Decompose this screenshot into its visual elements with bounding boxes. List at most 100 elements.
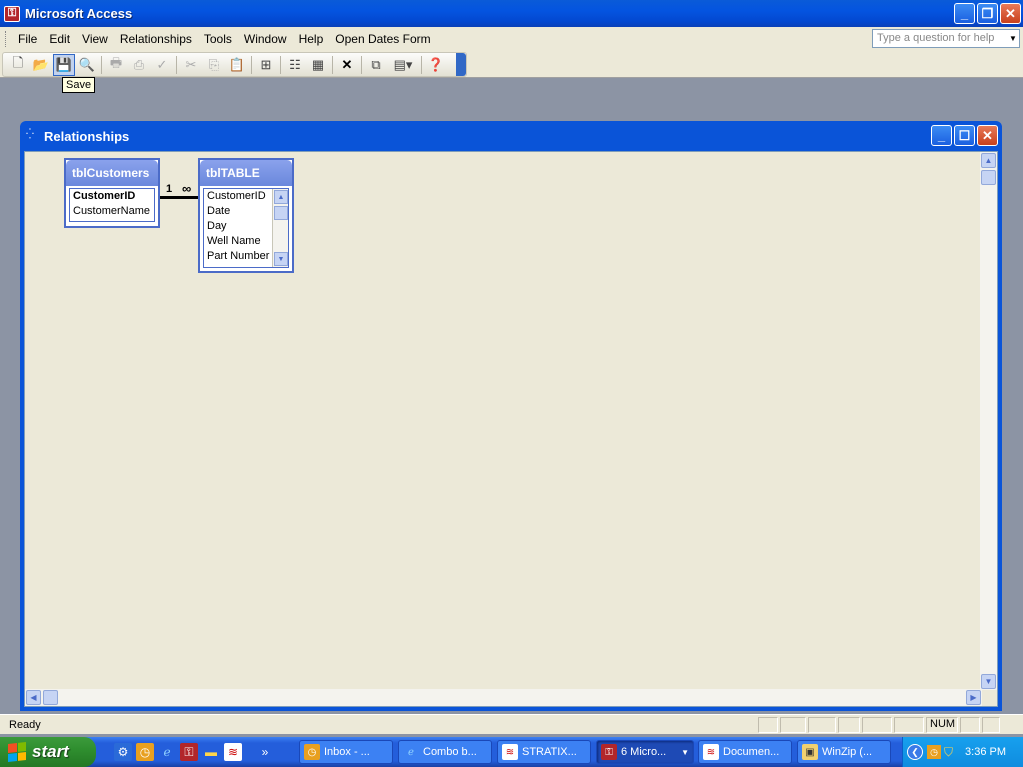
search-icon[interactable]: 🔍 — [76, 54, 98, 76]
relationships-canvas[interactable]: tblCustomers CustomerID CustomerName 1 ∞… — [24, 151, 998, 707]
new-icon[interactable]: 🗋 — [7, 54, 29, 76]
new-object-icon[interactable]: ▤▾ — [388, 54, 418, 76]
print-icon[interactable]: 🖶 — [105, 54, 127, 76]
field-list: CustomerID Date Day Well Name Part Numbe… — [203, 188, 289, 268]
scroll-down-icon[interactable]: ▼ — [274, 252, 288, 266]
tray-expand-icon[interactable]: ❮ — [907, 744, 923, 760]
scroll-down-icon[interactable]: ▼ — [981, 674, 996, 689]
menu-view[interactable]: View — [76, 30, 114, 48]
database-window-icon[interactable]: ⧉ — [365, 54, 387, 76]
print-preview-icon[interactable]: ⎙ — [128, 54, 150, 76]
menu-window[interactable]: Window — [238, 30, 293, 48]
menu-tools[interactable]: Tools — [198, 30, 238, 48]
task-label: 6 Micro... — [621, 746, 667, 758]
menu-bar: File Edit View Relationships Tools Windo… — [0, 27, 1023, 51]
task-label: Inbox - ... — [324, 746, 370, 758]
task-label: Documen... — [723, 746, 780, 758]
rel-minimize-button[interactable]: _ — [931, 125, 952, 146]
scroll-thumb[interactable] — [274, 206, 288, 220]
windows-logo-icon — [8, 742, 26, 762]
status-panel — [780, 717, 806, 733]
relationship-line[interactable] — [160, 196, 199, 199]
table-tbltable[interactable]: tblTABLE CustomerID Date Day Well Name P… — [198, 158, 294, 273]
start-button[interactable]: start — [0, 737, 96, 767]
open-folder-icon[interactable]: 📂 — [30, 54, 52, 76]
minimize-button[interactable]: _ — [954, 3, 975, 24]
delete-icon[interactable]: ✕ — [336, 54, 358, 76]
field-customerid[interactable]: CustomerID — [70, 189, 154, 204]
close-button[interactable]: ✕ — [1000, 3, 1021, 24]
folder-icon[interactable]: ▬ — [202, 743, 220, 761]
toolbar-separator — [361, 55, 362, 74]
show-direct-icon[interactable]: ☷ — [284, 54, 306, 76]
toolbar-options-chevron[interactable] — [456, 53, 466, 76]
canvas-vertical-scrollbar[interactable]: ▲ ▼ — [980, 152, 997, 690]
scroll-up-icon[interactable]: ▲ — [981, 153, 996, 168]
menu-file[interactable]: File — [12, 30, 43, 48]
field-list-scrollbar[interactable]: ▲ ▼ — [272, 189, 288, 267]
vscroll-thumb[interactable] — [981, 170, 996, 185]
taskbar-item-document[interactable]: ≋ Documen... — [698, 740, 792, 764]
save-icon[interactable]: 💾 — [53, 53, 75, 76]
paste-icon[interactable]: 📋 — [226, 54, 248, 76]
access-app-icon[interactable]: ⚿ — [4, 5, 20, 22]
relationship-toolbar: 🗋 📂 💾 🔍 🖶 ⎙ ✓ ✂ ⎘ 📋 ⊞ ☷ ▦ ✕ ⧉ ▤▾ ❓ — [2, 52, 467, 77]
menu-relationships[interactable]: Relationships — [114, 30, 198, 48]
security-tray-icon[interactable]: ⛉ — [944, 745, 953, 760]
rel-close-button[interactable]: ✕ — [977, 125, 998, 146]
menu-open-dates-form[interactable]: Open Dates Form — [329, 30, 436, 48]
menubar-grip[interactable] — [5, 31, 8, 47]
chevron-right-icon[interactable]: » — [256, 743, 274, 761]
taskbar-item-winzip[interactable]: ▣ WinZip (... — [797, 740, 891, 764]
cut-icon[interactable]: ✂ — [180, 54, 202, 76]
scroll-up-icon[interactable]: ▲ — [274, 190, 288, 204]
access-icon: ⚿ — [601, 744, 617, 760]
chevron-down-icon[interactable]: ▼ — [1007, 30, 1019, 47]
show-all-icon[interactable]: ▦ — [307, 54, 329, 76]
scroll-right-icon[interactable]: ▶ — [966, 690, 981, 705]
spelling-icon[interactable]: ✓ — [151, 54, 173, 76]
chevron-down-icon: ▼ — [681, 747, 689, 757]
table-title[interactable]: tblTABLE — [200, 160, 292, 186]
rel-maximize-button[interactable]: ☐ — [954, 125, 975, 146]
maximize-icon: ☐ — [958, 127, 971, 143]
show-table-icon[interactable]: ⊞ — [255, 54, 277, 76]
access-icon[interactable]: ⚿ — [180, 743, 198, 761]
relationship-one-label: 1 — [166, 183, 173, 195]
relationships-titlebar[interactable]: ⁛ Relationships _ ☐ ✕ — [20, 121, 1002, 151]
copy-icon[interactable]: ⎘ — [203, 54, 225, 76]
table-tblcustomers[interactable]: tblCustomers CustomerID CustomerName — [64, 158, 160, 228]
ie-icon: ℯ — [408, 746, 414, 758]
minimize-icon: _ — [960, 6, 969, 21]
scroll-left-icon[interactable]: ◀ — [26, 690, 41, 705]
app-titlebar[interactable]: ⚿ Microsoft Access _ ❐ ✕ — [0, 0, 1023, 27]
minimize-icon: _ — [937, 128, 946, 143]
taskbar: start ⚙ ◷ ℯ ⚿ ▬ ≋ » ◷ Inbox - ... ℯ Comb… — [0, 737, 1023, 767]
taskbar-item-stratix[interactable]: ≋ STRATIX... — [497, 740, 591, 764]
help-question-input[interactable]: Type a question for help ▼ — [872, 29, 1020, 48]
ie-icon[interactable]: ℯ — [158, 743, 176, 761]
outlook-icon[interactable]: ◷ — [136, 743, 154, 761]
menu-edit[interactable]: Edit — [43, 30, 76, 48]
restore-button[interactable]: ❐ — [977, 3, 998, 24]
taskbar-item-inbox[interactable]: ◷ Inbox - ... — [299, 740, 393, 764]
app-title: Microsoft Access — [25, 6, 133, 21]
system-tray: ❮ ◷ ⛉ 3:36 PM — [902, 737, 1023, 767]
relationships-icon[interactable]: ⁛ — [26, 129, 40, 143]
ie-settings-icon[interactable]: ⚙ — [114, 743, 132, 761]
menu-help[interactable]: Help — [293, 30, 330, 48]
outlook-tray-icon[interactable]: ◷ — [927, 745, 941, 759]
field-customername[interactable]: CustomerName — [70, 204, 154, 219]
table-title[interactable]: tblCustomers — [66, 160, 158, 186]
taskbar-item-access[interactable]: ⚿ 6 Micro... ▼ — [596, 740, 694, 764]
help-icon[interactable]: ❓ — [425, 54, 447, 76]
toolbar-separator — [421, 55, 422, 74]
taskbar-item-combo[interactable]: ℯ Combo b... — [398, 740, 492, 764]
canvas-horizontal-scrollbar[interactable]: ◀ ▶ — [25, 689, 982, 706]
winzip-icon: ▣ — [802, 744, 818, 760]
status-panel — [960, 717, 980, 733]
stratix-icon[interactable]: ≋ — [224, 743, 242, 761]
clock[interactable]: 3:36 PM — [965, 746, 1006, 758]
hscroll-thumb[interactable] — [43, 690, 58, 705]
outlook-icon: ◷ — [304, 744, 320, 760]
